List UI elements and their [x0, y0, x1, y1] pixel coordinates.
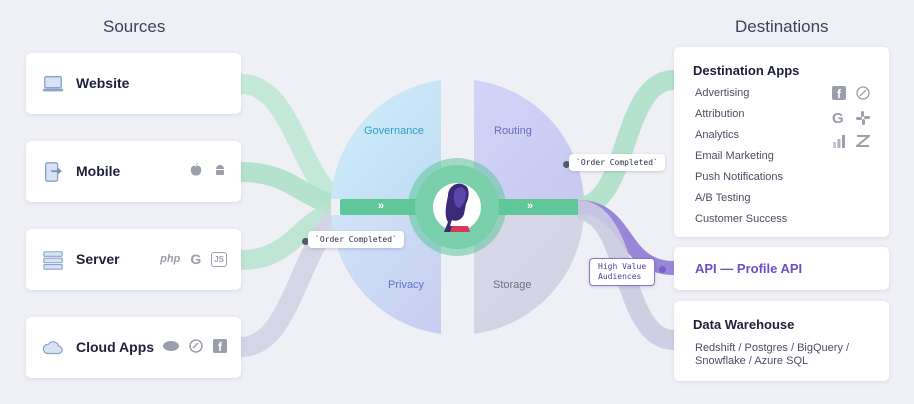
attribution-icon: [856, 86, 870, 100]
destination-category[interactable]: Attribution: [695, 108, 745, 120]
event-tag-order-completed: `Order Completed`: [569, 154, 665, 171]
zendesk-icon: [189, 339, 203, 353]
api-card[interactable]: API — Profile API: [674, 247, 889, 290]
source-label: Website: [76, 75, 130, 91]
zendesk-icon: [856, 135, 870, 147]
apple-icon: [190, 163, 202, 176]
google-logo: G: [832, 110, 844, 127]
quadrant-label-privacy: Privacy: [388, 279, 425, 291]
source-logos: f: [163, 339, 227, 354]
destination-category[interactable]: Analytics: [695, 129, 739, 141]
flow-to-apps: [576, 70, 676, 217]
destination-apps-title: Destination Apps: [693, 63, 800, 78]
destination-category[interactable]: Advertising: [695, 87, 749, 99]
data-warehouse-title: Data Warehouse: [693, 317, 795, 332]
source-label: Cloud Apps: [76, 339, 155, 355]
destination-category[interactable]: A/B Testing: [695, 192, 750, 204]
quadrant-label-routing: Routing: [494, 125, 532, 137]
source-label: Mobile: [76, 163, 121, 179]
google-logo: G: [190, 251, 202, 267]
slack-icon: [856, 111, 870, 125]
android-icon: [216, 165, 224, 175]
data-warehouse-card[interactable]: Data Warehouse Redshift / Postgres / Big…: [674, 301, 889, 381]
destination-category[interactable]: Push Notifications: [695, 171, 783, 183]
destination-category[interactable]: Email Marketing: [695, 150, 774, 162]
source-card-mobile[interactable]: Mobile: [26, 141, 241, 202]
source-logos: php G JS: [160, 251, 227, 267]
facebook-icon: f: [832, 86, 846, 101]
source-card-website[interactable]: Website: [26, 53, 241, 114]
quadrant-label-governance: Governance: [364, 125, 424, 137]
event-tag-order-completed: `Order Completed`: [308, 231, 404, 248]
event-tag-high-value-audiences: High Value Audiences: [589, 258, 656, 286]
destination-apps-card[interactable]: Destination Apps Advertising Attribution…: [674, 47, 889, 237]
source-card-cloud-apps[interactable]: Cloud Apps f: [26, 317, 241, 378]
laptop-icon: [42, 75, 64, 92]
mobile-icon: [44, 162, 63, 182]
source-label: Server: [76, 251, 120, 267]
chevron-right-icon: »: [527, 200, 534, 212]
source-card-server[interactable]: Server php G JS: [26, 229, 241, 290]
server-icon: [43, 251, 63, 270]
facebook-icon: f: [213, 339, 227, 354]
destinations-title: Destinations: [735, 17, 829, 36]
data-warehouse-list: Redshift / Postgres / BigQuery / Snowfla…: [695, 342, 850, 367]
cloud-icon: [42, 341, 63, 355]
destination-category[interactable]: Customer Success: [695, 213, 787, 225]
nodejs-logo: JS: [211, 251, 227, 267]
source-logos: [189, 163, 227, 177]
chevron-right-icon: »: [378, 200, 385, 212]
quadrant-label-storage: Storage: [493, 279, 532, 291]
api-title: API — Profile API: [695, 261, 803, 276]
php-logo: php: [160, 253, 181, 265]
salesforce-icon: [163, 341, 179, 351]
bar-chart-icon: [833, 135, 845, 148]
sources-title: Sources: [103, 17, 166, 36]
audience-dot: [659, 266, 666, 273]
